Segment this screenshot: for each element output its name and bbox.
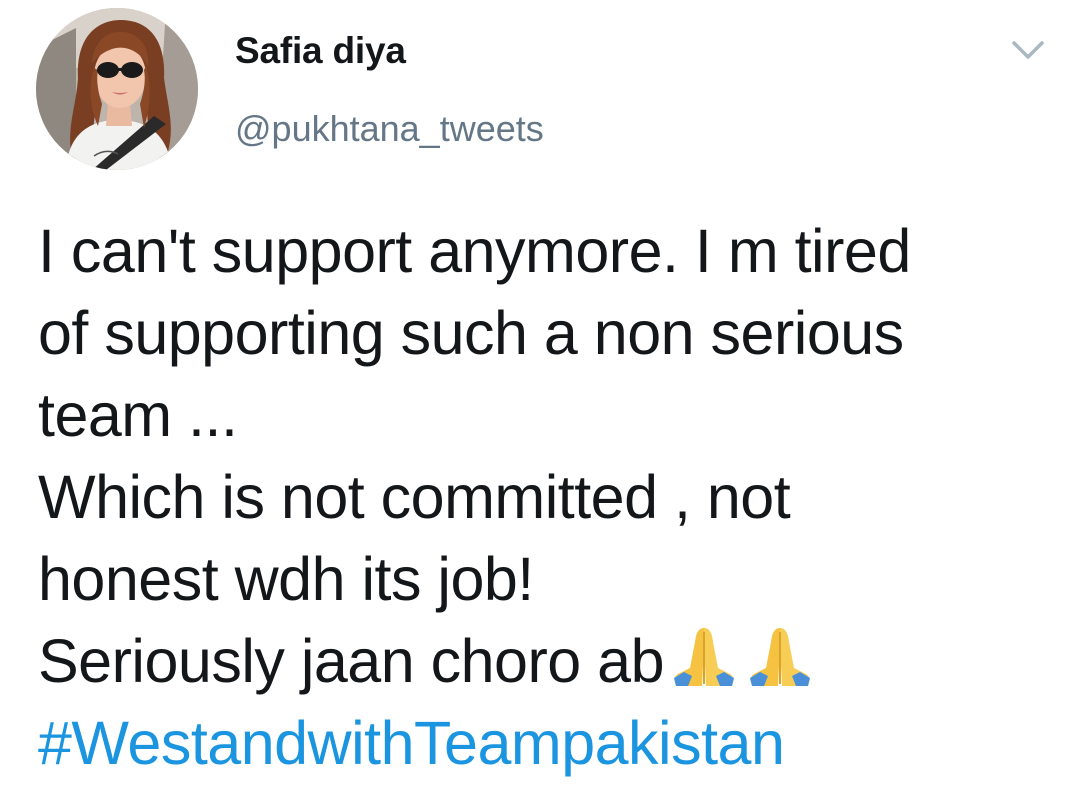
tweet-text: I can't support anymore. I m tired of su…: [38, 210, 1058, 784]
profile-photo-icon: [36, 8, 198, 170]
tweet-card: Safia diya @pukhtana_tweets I can't supp…: [0, 0, 1080, 787]
hashtag-link[interactable]: #WestandwithTeampakistan: [38, 702, 1058, 784]
tweet-text-line-with-emoji: Seriously jaan choro ab: [38, 620, 1058, 702]
folded-hands-icon: [744, 624, 816, 690]
username-handle[interactable]: @pukhtana_tweets: [235, 108, 544, 150]
tweet-text-line: team ...: [38, 381, 238, 449]
folded-hands-icon: [668, 624, 740, 690]
tweet-text-line: I can't support anymore. I m tired: [38, 217, 911, 285]
tweet-text-line: honest wdh its job!: [38, 545, 534, 613]
tweet-text-line: Seriously jaan choro ab: [38, 627, 665, 695]
display-name[interactable]: Safia diya: [235, 30, 406, 72]
chevron-down-icon[interactable]: [1008, 33, 1048, 65]
tweet-text-line: of supporting such a non serious: [38, 299, 904, 367]
avatar[interactable]: [36, 8, 198, 170]
tweet-text-line: Which is not committed , not: [38, 463, 791, 531]
